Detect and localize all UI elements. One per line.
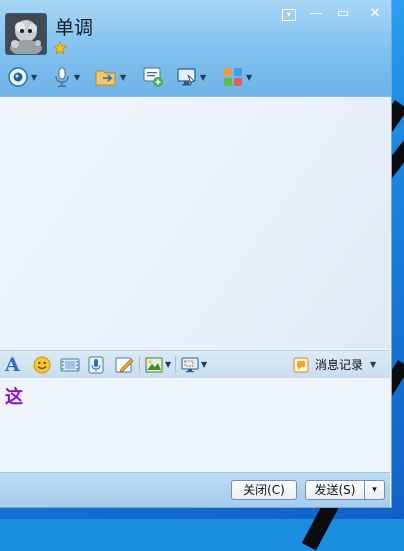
chevron-down-icon: ▼: [31, 72, 38, 82]
smiley-icon: [33, 356, 51, 373]
emoji-button[interactable]: [33, 354, 51, 375]
voice-call-button[interactable]: ▼: [52, 64, 80, 90]
chevron-down-icon: ▼: [246, 72, 253, 82]
window-menu-button[interactable]: ▾: [276, 6, 302, 24]
file-transfer-icon: [95, 70, 116, 86]
remote-assist-icon: [177, 68, 196, 86]
screenshot-button[interactable]: ▼: [181, 354, 207, 375]
picture-button[interactable]: ▼: [145, 354, 171, 375]
magic-emoji-button[interactable]: [60, 354, 80, 375]
chat-history-icon: [293, 357, 309, 372]
chevron-down-icon: ▼: [200, 72, 207, 82]
minimize-button[interactable]: —: [303, 6, 329, 24]
file-transfer-button[interactable]: ▼: [94, 64, 126, 90]
pen-icon: [115, 357, 134, 373]
font-button[interactable]: A: [5, 353, 20, 376]
handwriting-button[interactable]: [115, 354, 135, 375]
message-history-area[interactable]: [0, 97, 390, 348]
message-input-area[interactable]: [0, 378, 390, 472]
avatar-image: [6, 14, 46, 54]
remote-assist-button[interactable]: ▼: [176, 64, 206, 90]
toolbar-divider: [175, 356, 176, 373]
image-icon: [145, 357, 163, 372]
voice-message-button[interactable]: [88, 354, 104, 375]
input-text[interactable]: 这: [5, 383, 23, 409]
message-mgmt-icon: [143, 67, 163, 87]
voice-call-icon: [55, 67, 69, 87]
chevron-down-icon: ▼: [201, 360, 208, 369]
chevron-down-icon: ▼: [165, 360, 172, 369]
apps-button[interactable]: ▼: [222, 64, 252, 90]
avatar[interactable]: [5, 13, 47, 55]
chevron-down-icon: ▼: [370, 360, 377, 369]
close-window-button[interactable]: ✕: [361, 6, 389, 24]
screen-capture-icon: [181, 357, 199, 372]
star-badge-icon[interactable]: [52, 40, 68, 59]
bottom-bar: 关闭(C) 发送(S) ▾: [0, 472, 390, 507]
film-icon: [60, 358, 80, 371]
message-management-button[interactable]: [142, 64, 164, 90]
close-button[interactable]: 关闭(C): [231, 480, 297, 500]
maximize-button[interactable]: ▭: [330, 6, 356, 24]
font-icon: A: [5, 353, 20, 376]
chevron-down-icon: ▼: [120, 72, 127, 82]
contact-name[interactable]: 单调: [55, 13, 93, 40]
microphone-icon: [88, 356, 104, 373]
message-history-button[interactable]: 消息记录 ▼: [293, 354, 376, 375]
send-options-button[interactable]: ▾: [364, 480, 385, 500]
dropdown-icon: ▾: [282, 9, 296, 21]
apps-icon: [224, 68, 242, 86]
send-button[interactable]: 发送(S): [305, 480, 365, 500]
toolbar-divider: [139, 356, 140, 373]
message-history-label: 消息记录: [315, 358, 364, 372]
chat-window: 单调 ▾ — ▭ ✕ ▼ ▼ ▼ ▼ ▼ A ▼ ▼ 消息记录 ▼ 这 关闭(C…: [0, 0, 392, 508]
video-call-icon: [8, 67, 28, 87]
chevron-down-icon: ▼: [74, 72, 81, 82]
format-toolbar: A ▼ ▼ 消息记录 ▼: [0, 350, 390, 379]
video-call-button[interactable]: ▼: [7, 64, 37, 90]
window-header[interactable]: 单调 ▾ — ▭ ✕ ▼ ▼ ▼ ▼ ▼: [0, 0, 391, 97]
function-toolbar: ▼ ▼ ▼ ▼ ▼: [0, 64, 391, 92]
